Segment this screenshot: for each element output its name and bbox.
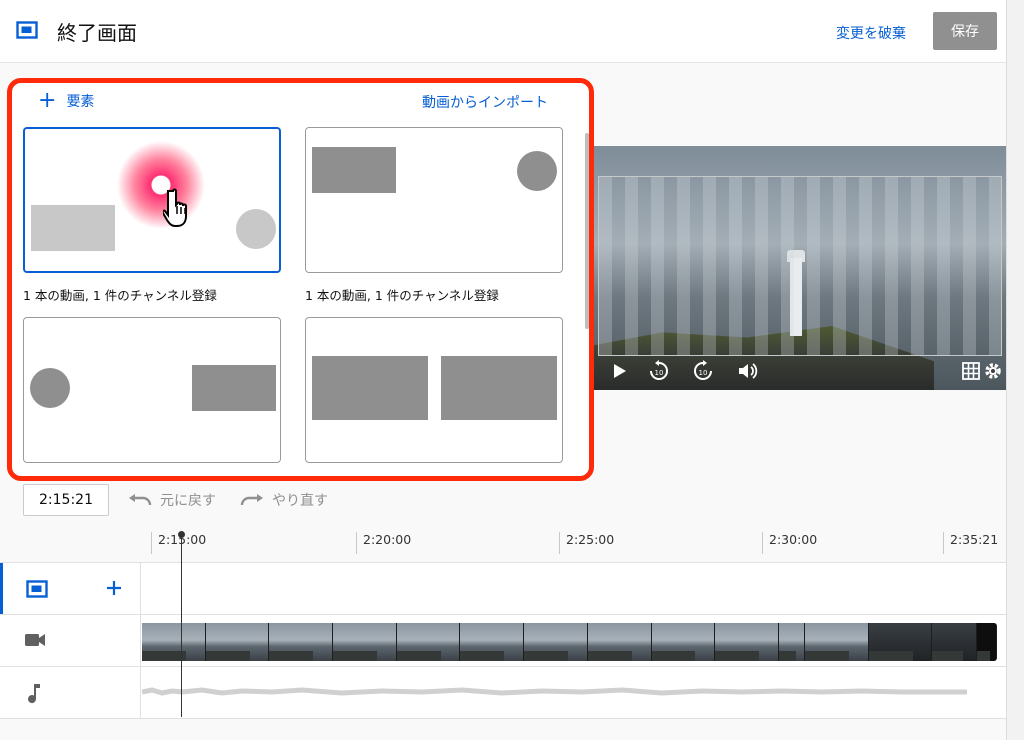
volume-icon[interactable]: [736, 360, 758, 382]
subscribe-element-placeholder: [517, 151, 557, 191]
play-icon[interactable]: [608, 360, 630, 382]
import-from-video-link[interactable]: 動画からインポート: [422, 92, 548, 112]
subscribe-element-placeholder: [236, 209, 276, 249]
ruler-tick: 2:35:21: [943, 532, 998, 554]
video-thumbnail: [778, 623, 805, 661]
video-thumbnail: [460, 623, 525, 661]
video-element-placeholder: [192, 365, 276, 411]
video-thumbnail: [269, 623, 334, 661]
add-element-button[interactable]: + 要素: [38, 88, 95, 113]
video-element-placeholder: [312, 356, 428, 420]
timeline-tracks: [0, 562, 1006, 718]
forward-10-icon[interactable]: 10: [692, 360, 714, 382]
template-caption: 1 本の動画, 1 件のチャンネル登録: [305, 288, 499, 303]
player-controls: 10 10: [594, 352, 1006, 390]
audio-track-header: [0, 667, 141, 718]
undo-button[interactable]: 元に戻す: [128, 490, 216, 510]
video-element-placeholder: [312, 147, 396, 193]
music-note-icon: [28, 684, 40, 704]
subscribe-element-placeholder: [30, 368, 70, 408]
video-track-header: [0, 615, 141, 666]
add-element-label: 要素: [66, 94, 95, 110]
video-thumbnail: [715, 623, 779, 661]
template-caption: 1 本の動画, 1 件のチャンネル登録: [23, 288, 217, 303]
undo-label: 元に戻す: [160, 493, 216, 509]
template-card[interactable]: [305, 317, 563, 463]
discard-changes-button[interactable]: 変更を破棄: [836, 23, 906, 43]
redo-label: やり直す: [272, 493, 328, 509]
video-preview[interactable]: 10 10: [594, 146, 1006, 390]
ruler-tick: 2:20:00: [356, 532, 411, 554]
video-thumbnail: [868, 623, 933, 661]
video-thumbnail: [396, 623, 461, 661]
video-thumbnail: [804, 623, 869, 661]
video-thumbnail: [333, 623, 397, 661]
plus-icon: +: [38, 88, 57, 113]
ruler-tick: 2:25:00: [559, 532, 614, 554]
svg-text:10: 10: [699, 369, 708, 377]
add-element-icon[interactable]: [105, 579, 123, 597]
video-camera-icon: [25, 634, 45, 646]
hand-cursor-icon: [163, 188, 187, 227]
gear-icon[interactable]: [982, 360, 1004, 382]
end-screen-grid-overlay: [598, 176, 1002, 356]
element-panel: + 要素 動画からインポート 1 本の動画, 1 件のチャンネル登録 1 本の動…: [7, 78, 594, 481]
video-thumbnail: [977, 623, 998, 661]
video-track: [0, 614, 1006, 666]
template-card[interactable]: [23, 127, 281, 273]
video-thumbnail: [587, 623, 652, 661]
undo-icon: [129, 494, 152, 506]
end-screen-track[interactable]: [0, 562, 1006, 614]
page-title: 終了画面: [57, 21, 137, 45]
video-element-placeholder: [31, 205, 115, 251]
rewind-10-icon[interactable]: 10: [648, 360, 670, 382]
playhead[interactable]: [181, 534, 182, 717]
svg-text:10: 10: [655, 369, 664, 377]
redo-button[interactable]: やり直す: [240, 490, 328, 510]
video-thumbnail: [205, 623, 270, 661]
end-screen-icon: [26, 580, 48, 598]
end-screen-track-header: [0, 563, 141, 614]
video-thumbnail-strip: [142, 623, 998, 661]
panel-scrollbar[interactable]: [585, 133, 589, 329]
video-thumbnail: [524, 623, 588, 661]
video-thumbnail: [932, 623, 978, 661]
timeline-ruler[interactable]: 2:15:00 2:20:00 2:25:00 2:30:00 2:35:21: [141, 524, 1006, 562]
audio-track: [0, 666, 1006, 718]
video-thumbnail: [142, 623, 206, 661]
video-element-placeholder: [441, 356, 557, 420]
ruler-tick: 2:30:00: [762, 532, 817, 554]
redo-icon: [240, 494, 263, 506]
audio-waveform: [142, 687, 967, 696]
header-bar: 終了画面 変更を破棄 保存: [0, 0, 1006, 63]
page-scrollbar[interactable]: [1006, 0, 1024, 740]
end-screen-icon: [16, 21, 38, 39]
template-card[interactable]: [305, 127, 563, 273]
end-screen-editor: 終了画面 変更を破棄 保存 + 要素 動画からインポート 1 本の動画, 1 件…: [0, 0, 1024, 740]
timeline-bottom-border: [0, 718, 1006, 719]
grid-icon[interactable]: [960, 360, 982, 382]
video-thumbnail: [651, 623, 716, 661]
save-button[interactable]: 保存: [933, 12, 997, 50]
template-card[interactable]: [23, 317, 281, 463]
current-time-field[interactable]: 2:15:21: [23, 484, 109, 516]
